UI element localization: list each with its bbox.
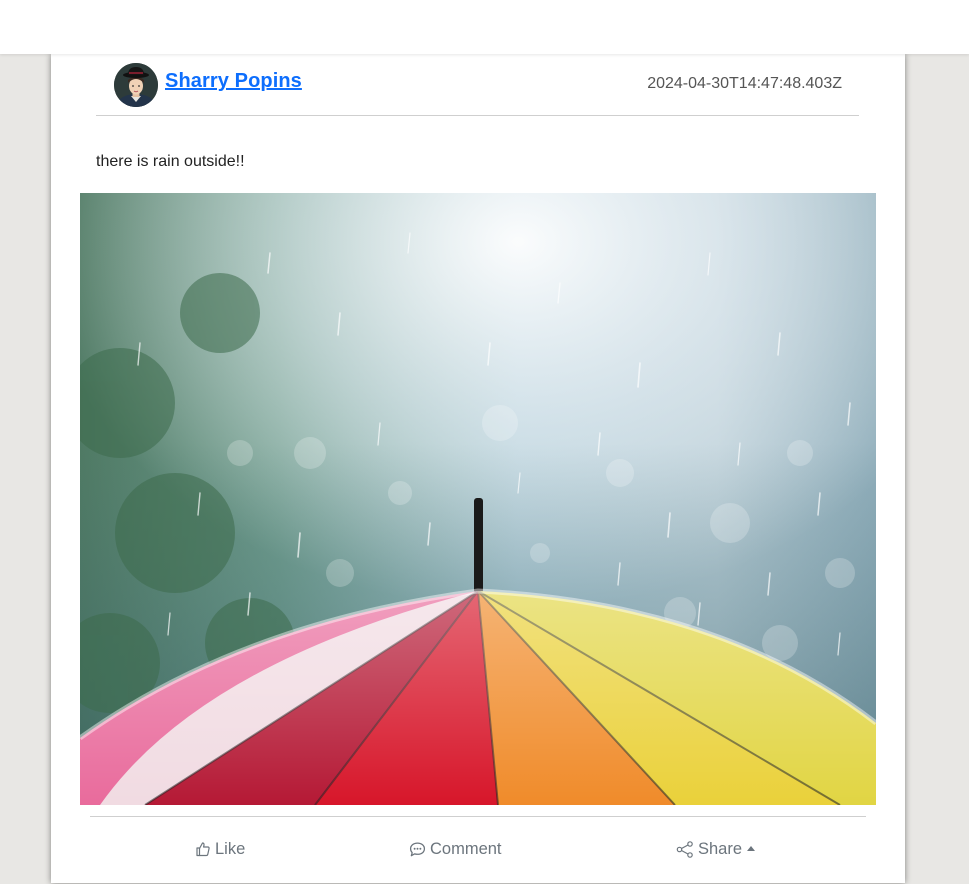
share-icon xyxy=(676,840,694,858)
author-avatar[interactable] xyxy=(114,63,158,107)
share-label: Share xyxy=(698,839,743,858)
post-timestamp: 2024-04-30T14:47:48.403Z xyxy=(647,75,842,92)
post-text: there is rain outside!! xyxy=(96,153,245,170)
like-button[interactable]: Like xyxy=(195,837,245,861)
post-header: Sharry Popins 2024-04-30T14:47:48.403Z xyxy=(96,54,859,116)
share-button[interactable]: Share xyxy=(676,837,756,861)
caret-up-icon xyxy=(747,845,756,851)
post-image xyxy=(80,193,876,805)
comment-icon xyxy=(409,841,426,858)
post-card: Sharry Popins 2024-04-30T14:47:48.403Z t… xyxy=(51,54,905,883)
top-navbar xyxy=(0,0,969,54)
like-label: Like xyxy=(215,839,246,858)
comment-label: Comment xyxy=(430,839,502,858)
post-action-bar: Like Comment Share xyxy=(90,816,866,884)
comment-button[interactable]: Comment xyxy=(409,837,502,861)
author-name-link[interactable]: Sharry Popins xyxy=(165,70,302,93)
thumbs-up-icon xyxy=(195,841,211,857)
